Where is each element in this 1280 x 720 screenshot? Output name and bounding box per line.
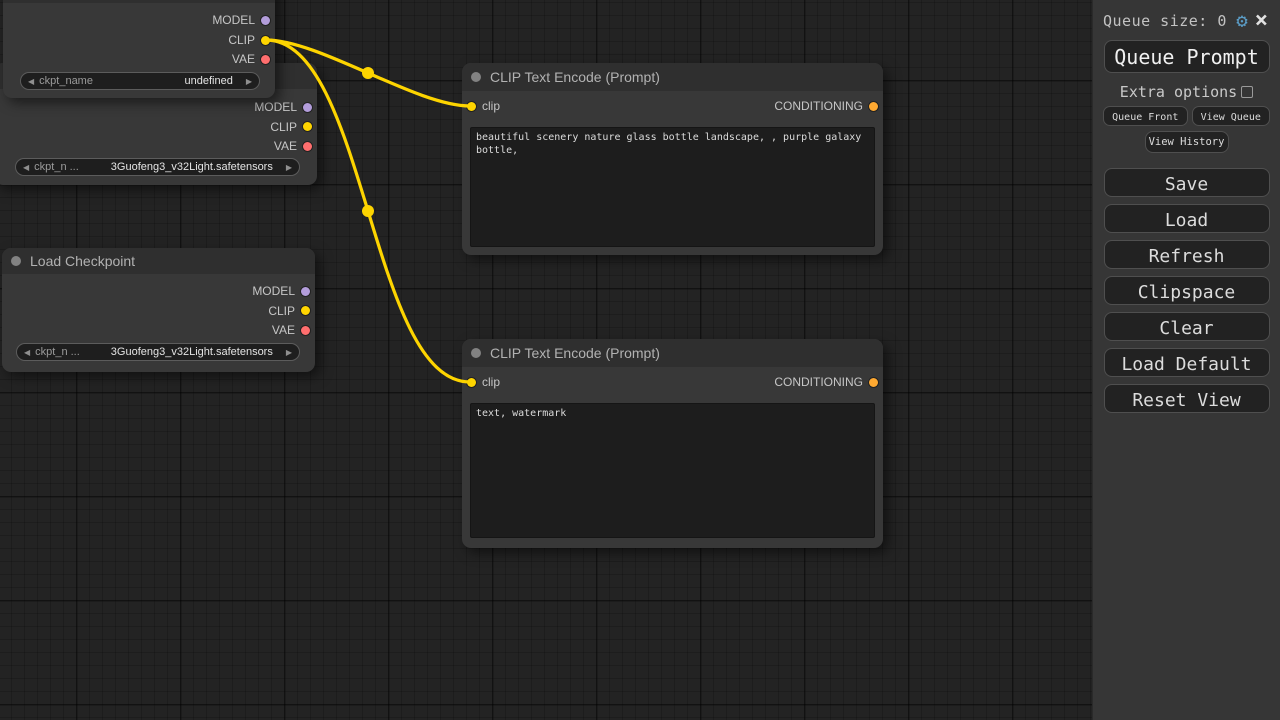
collapse-dot[interactable] (11, 256, 21, 266)
output-slot-model[interactable]: MODEL (212, 13, 270, 27)
output-label: CONDITIONING (774, 375, 863, 389)
extra-options-label: Extra options (1120, 83, 1237, 101)
output-label: MODEL (254, 100, 297, 114)
input-slot-clip[interactable]: clip (467, 375, 500, 389)
reset-view-button[interactable]: Reset View (1104, 384, 1270, 413)
settings-gear-icon[interactable]: ⚙ (1236, 12, 1247, 31)
output-slot-clip[interactable]: CLIP (228, 33, 270, 47)
clip-port-icon[interactable] (467, 102, 476, 111)
node-checkpoint-top[interactable]: MODEL CLIP VAE ◀ ckpt_name undefined ▶ (3, 0, 275, 98)
node-title: CLIP Text Encode (Prompt) (490, 69, 660, 85)
load-default-button[interactable]: Load Default (1104, 348, 1270, 377)
extra-options-checkbox[interactable] (1241, 86, 1253, 98)
queue-size-label: Queue size: 0 (1103, 12, 1229, 30)
collapse-dot[interactable] (471, 72, 481, 82)
comfy-menu: Queue size: 0 ⚙ × Queue Prompt Extra opt… (1092, 0, 1280, 720)
input-label: clip (482, 375, 500, 389)
output-slot-clip[interactable]: CLIP (270, 120, 312, 134)
view-history-button[interactable]: View History (1145, 131, 1229, 153)
output-label: CLIP (270, 120, 297, 134)
widget-value: undefined (93, 75, 246, 87)
widget-value: 3Guofeng3_v32Light.safetensors (80, 346, 286, 358)
refresh-button[interactable]: Refresh (1104, 240, 1270, 269)
output-slot-conditioning[interactable]: CONDITIONING (774, 375, 878, 389)
node-title: CLIP Text Encode (Prompt) (490, 345, 660, 361)
vae-port-icon[interactable] (303, 142, 312, 151)
vae-port-icon[interactable] (301, 326, 310, 335)
clip-port-icon[interactable] (261, 36, 270, 45)
clip-port-icon[interactable] (303, 122, 312, 131)
clip-port-icon[interactable] (467, 378, 476, 387)
vae-port-icon[interactable] (261, 55, 270, 64)
positive-prompt-textarea[interactable]: beautiful scenery nature glass bottle la… (470, 127, 875, 247)
output-label: CONDITIONING (774, 99, 863, 113)
output-slot-model[interactable]: MODEL (254, 100, 312, 114)
load-button[interactable]: Load (1104, 204, 1270, 233)
save-button[interactable]: Save (1104, 168, 1270, 197)
output-slot-clip[interactable]: CLIP (268, 304, 310, 318)
conditioning-port-icon[interactable] (869, 102, 878, 111)
widget-label: ckpt_n ... (34, 161, 79, 173)
output-slot-conditioning[interactable]: CONDITIONING (774, 99, 878, 113)
node-clip-text-encode-negative[interactable]: CLIP Text Encode (Prompt) clip CONDITION… (462, 339, 883, 548)
clear-button[interactable]: Clear (1104, 312, 1270, 341)
output-slot-vae[interactable]: VAE (272, 323, 310, 337)
output-label: MODEL (252, 284, 295, 298)
prev-arrow-icon[interactable]: ◀ (28, 77, 34, 86)
ckpt-name-widget[interactable]: ◀ ckpt_n ... 3Guofeng3_v32Light.safetens… (16, 343, 300, 361)
model-port-icon[interactable] (261, 16, 270, 25)
prev-arrow-icon[interactable]: ◀ (23, 163, 29, 172)
negative-prompt-textarea[interactable]: text, watermark (470, 403, 875, 538)
widget-label: ckpt_name (39, 75, 93, 87)
next-arrow-icon[interactable]: ▶ (286, 348, 292, 357)
ckpt-name-widget[interactable]: ◀ ckpt_n ... 3Guofeng3_v32Light.safetens… (15, 158, 300, 176)
node-title-bar[interactable]: Load Checkpoint (2, 248, 315, 274)
output-label: VAE (272, 323, 295, 337)
widget-label: ckpt_n ... (35, 346, 80, 358)
view-queue-button[interactable]: View Queue (1192, 106, 1271, 126)
ckpt-name-widget[interactable]: ◀ ckpt_name undefined ▶ (20, 72, 260, 90)
node-title-bar[interactable]: CLIP Text Encode (Prompt) (462, 339, 883, 367)
link-midpoint-dot[interactable] (362, 67, 374, 79)
next-arrow-icon[interactable]: ▶ (286, 163, 292, 172)
clipspace-button[interactable]: Clipspace (1104, 276, 1270, 305)
model-port-icon[interactable] (301, 287, 310, 296)
clip-port-icon[interactable] (301, 306, 310, 315)
output-slot-vae[interactable]: VAE (274, 139, 312, 153)
node-title: Load Checkpoint (30, 253, 135, 269)
output-label: CLIP (228, 33, 255, 47)
output-slot-vae[interactable]: VAE (232, 52, 270, 66)
queue-front-button[interactable]: Queue Front (1103, 106, 1188, 126)
node-load-checkpoint[interactable]: Load Checkpoint MODEL CLIP VAE ◀ ckpt_n … (2, 248, 315, 372)
node-clip-text-encode-positive[interactable]: CLIP Text Encode (Prompt) clip CONDITION… (462, 63, 883, 255)
node-title-bar[interactable] (3, 0, 275, 3)
widget-value: 3Guofeng3_v32Light.safetensors (79, 161, 286, 173)
output-slot-model[interactable]: MODEL (252, 284, 310, 298)
output-label: MODEL (212, 13, 255, 27)
model-port-icon[interactable] (303, 103, 312, 112)
next-arrow-icon[interactable]: ▶ (246, 77, 252, 86)
close-icon[interactable]: × (1255, 10, 1268, 32)
graph-canvas[interactable]: MODEL CLIP VAE ◀ ckpt_n ... 3Guofeng3_v3… (0, 0, 1280, 720)
output-label: VAE (232, 52, 255, 66)
input-label: clip (482, 99, 500, 113)
link-midpoint-dot[interactable] (362, 205, 374, 217)
output-label: VAE (274, 139, 297, 153)
input-slot-clip[interactable]: clip (467, 99, 500, 113)
queue-prompt-button[interactable]: Queue Prompt (1104, 40, 1270, 73)
collapse-dot[interactable] (471, 348, 481, 358)
node-title-bar[interactable]: CLIP Text Encode (Prompt) (462, 63, 883, 91)
prev-arrow-icon[interactable]: ◀ (24, 348, 30, 357)
conditioning-port-icon[interactable] (869, 378, 878, 387)
output-label: CLIP (268, 304, 295, 318)
